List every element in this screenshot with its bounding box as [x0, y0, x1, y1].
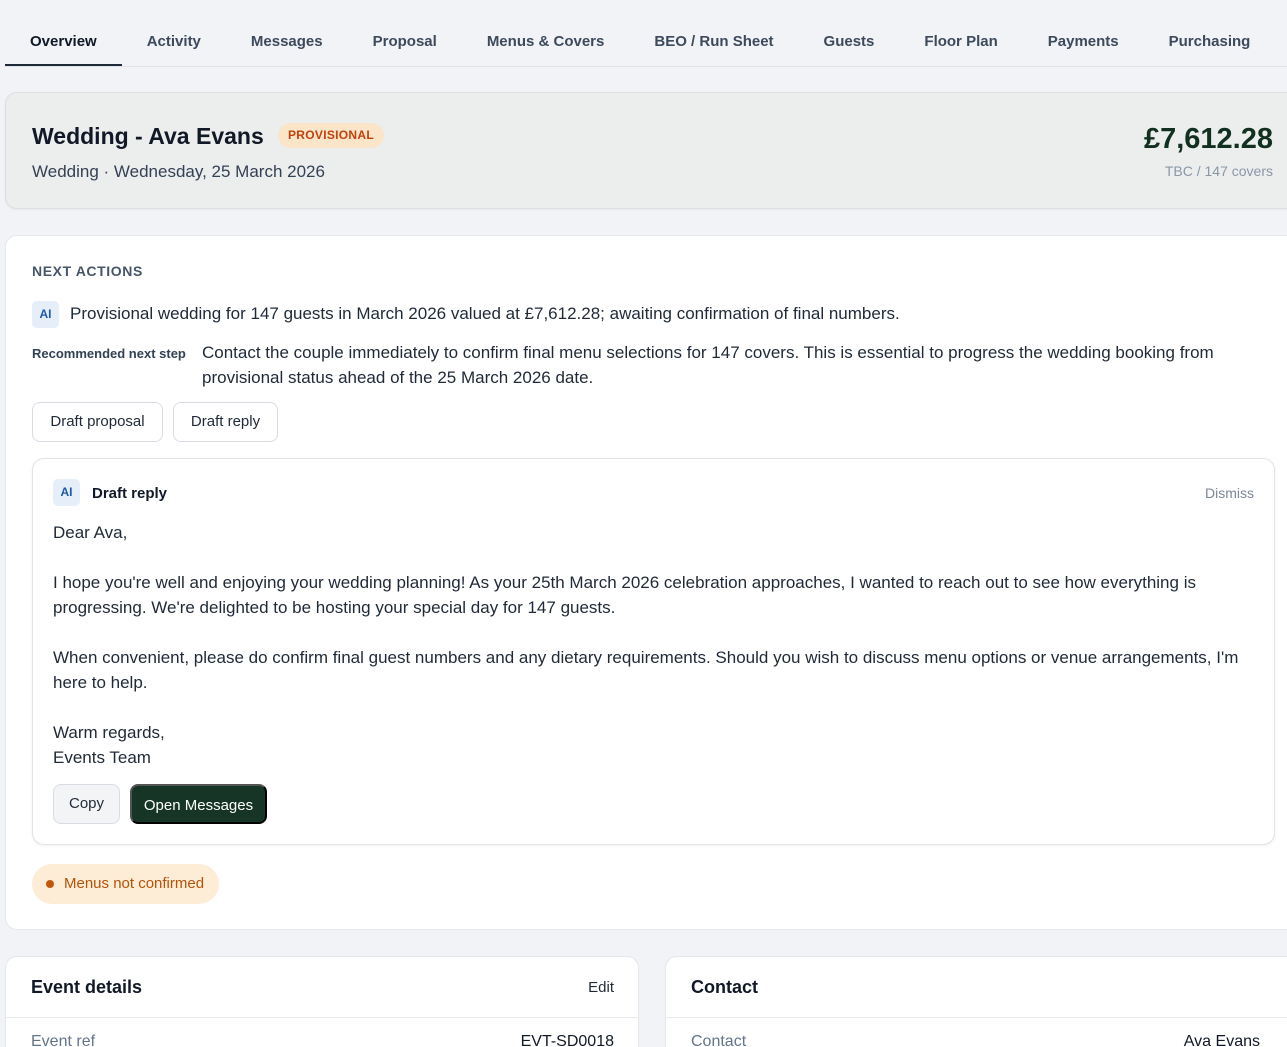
tab-floor-plan[interactable]: Floor Plan: [899, 18, 1022, 66]
event-header-card: Wedding - Ava Evans PROVISIONAL Wedding …: [5, 92, 1287, 209]
menus-warning-pill: Menus not confirmed: [32, 864, 220, 904]
divider: [6, 1017, 638, 1018]
tab-activity[interactable]: Activity: [122, 18, 226, 66]
dismiss-button[interactable]: Dismiss: [1205, 485, 1254, 501]
next-actions-heading: NEXT ACTIONS: [32, 263, 143, 279]
draft-paragraph: I hope you're well and enjoying your wed…: [53, 573, 1196, 617]
recommended-step-label: Recommended next step: [32, 346, 186, 361]
event-title: Wedding - Ava Evans: [32, 123, 264, 149]
ai-badge: AI: [32, 301, 59, 328]
draft-reply-button[interactable]: Draft reply: [173, 402, 278, 442]
copy-button[interactable]: Copy: [53, 784, 120, 824]
draft-paragraph: When convenient, please do confirm final…: [53, 648, 1239, 692]
draft-signoff: Warm regards,: [53, 723, 165, 742]
ai-badge: AI: [53, 479, 80, 506]
event-ref-label: Event ref: [31, 1033, 96, 1047]
tab-proposal[interactable]: Proposal: [348, 18, 462, 66]
warning-text: Menus not confirmed: [64, 875, 205, 892]
contact-value: Ava Evans: [1183, 1033, 1260, 1047]
tab-guests[interactable]: Guests: [799, 18, 900, 66]
tab-overview[interactable]: Overview: [5, 18, 122, 66]
next-actions-card: NEXT ACTIONS AI Provisional wedding for …: [5, 235, 1287, 930]
event-details-title: Event details: [31, 977, 143, 997]
draft-greeting: Dear Ava,: [53, 523, 128, 542]
recommended-step-text: Contact the couple immediately to confir…: [202, 343, 1214, 387]
open-messages-button[interactable]: Open Messages: [130, 784, 267, 824]
tab-bar: Overview Activity Messages Proposal Menu…: [5, 18, 1287, 67]
warning-dot-icon: [46, 880, 54, 888]
ai-summary: Provisional wedding for 147 guests in Ma…: [70, 304, 900, 323]
contact-label: Contact: [691, 1033, 747, 1047]
contact-card: Contact Contact Ava Evans: [665, 956, 1287, 1047]
tab-payments[interactable]: Payments: [1023, 18, 1144, 66]
draft-reply-title: Draft reply: [92, 485, 168, 502]
draft-proposal-button[interactable]: Draft proposal: [32, 402, 163, 442]
tab-overflow-partial[interactable]: D: [1275, 18, 1287, 66]
divider: [666, 1017, 1287, 1018]
edit-event-details-button[interactable]: Edit: [588, 979, 614, 996]
tab-messages[interactable]: Messages: [226, 18, 348, 66]
event-ref-value: EVT-SD0018: [520, 1033, 614, 1047]
tab-beo-run-sheet[interactable]: BEO / Run Sheet: [629, 18, 798, 66]
event-details-card: Event details Edit Event ref EVT-SD0018: [5, 956, 639, 1047]
tab-purchasing[interactable]: Purchasing: [1144, 18, 1276, 66]
covers-count: TBC / 147 covers: [1164, 163, 1273, 179]
event-subtitle: Wedding · Wednesday, 25 March 2026: [32, 162, 325, 181]
draft-reply-body: Dear Ava, I hope you're well and enjoyin…: [53, 520, 1253, 770]
status-badge: PROVISIONAL: [278, 123, 384, 148]
draft-signature: Events Team: [53, 748, 151, 767]
contact-title: Contact: [691, 977, 758, 997]
tab-menus-covers[interactable]: Menus & Covers: [462, 18, 630, 66]
draft-reply-panel: AI Draft reply Dismiss Dear Ava, I hope …: [32, 458, 1275, 845]
event-total-price: £7,612.28: [1143, 123, 1273, 155]
